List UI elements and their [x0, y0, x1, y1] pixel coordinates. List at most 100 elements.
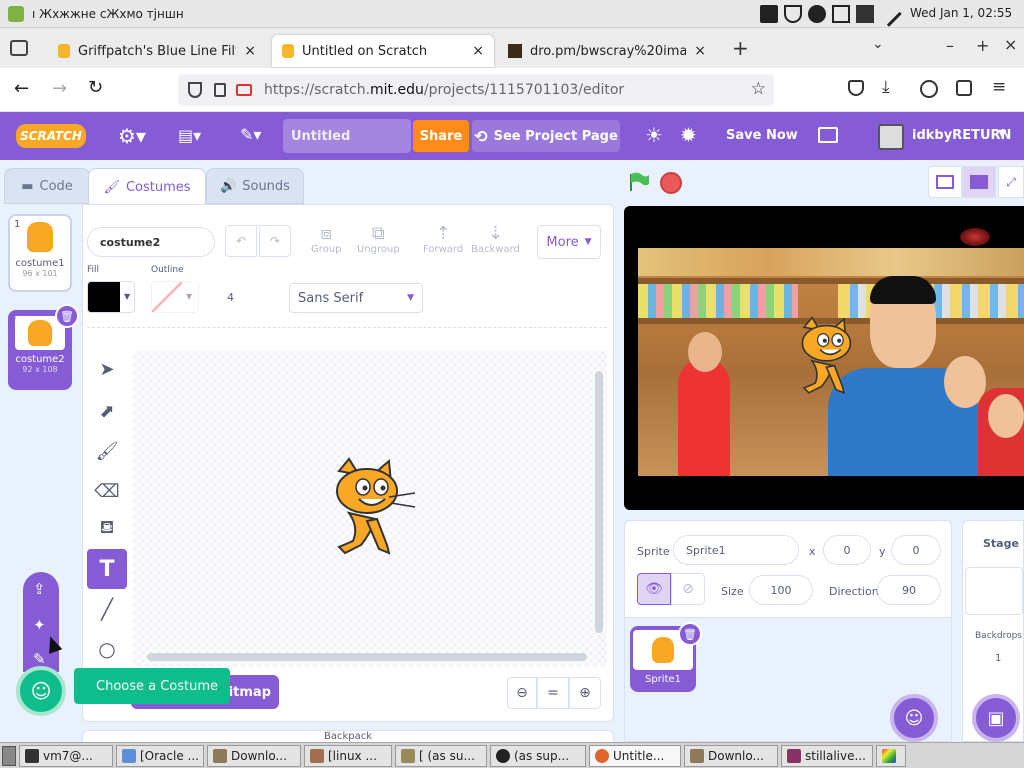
taskbar-item-terminal[interactable]: vm7@... — [19, 744, 113, 767]
ungroup-button[interactable]: ⧉ Ungroup — [357, 223, 400, 255]
taskbar-item-app[interactable] — [876, 744, 906, 767]
url-text[interactable]: https://scratch.mit.edu/projects/1115701… — [264, 82, 624, 98]
zoom-out-button[interactable]: ⊖ — [507, 677, 537, 709]
debug-icon[interactable]: ✹ — [680, 123, 697, 147]
upload-costume-icon[interactable]: ⇪ — [33, 580, 46, 598]
url-bar[interactable]: https://scratch.mit.edu/projects/1115701… — [178, 74, 774, 106]
paint-canvas[interactable] — [133, 351, 607, 667]
hide-sprite-button[interactable]: ⊘ — [671, 573, 705, 605]
choose-costume-button[interactable]: ☺ — [16, 666, 66, 716]
text-tool[interactable]: T — [87, 549, 127, 589]
extensions-icon[interactable] — [956, 80, 972, 96]
lock-icon[interactable] — [214, 83, 226, 97]
y-position-input[interactable]: 0 — [891, 535, 941, 565]
size-input[interactable]: 100 — [749, 575, 813, 605]
pen-icon[interactable] — [876, 1, 902, 27]
download-icon[interactable]: ⤓ — [882, 77, 890, 97]
save-now-button[interactable]: Save Now — [726, 128, 798, 143]
taskbar-item-oracle[interactable]: [Oracle ... — [116, 744, 204, 767]
choose-sprite-button[interactable]: ☺ — [890, 694, 938, 742]
sprite-name-input[interactable]: Sprite1 — [673, 535, 799, 565]
small-stage-toggle[interactable] — [928, 166, 962, 198]
tab-costumes[interactable]: 🖌 Costumes — [88, 168, 206, 206]
green-flag-button[interactable] — [628, 172, 650, 192]
stage-canvas[interactable] — [624, 206, 1024, 510]
more-menu-button[interactable]: More ▼ — [537, 225, 601, 259]
shield-icon[interactable] — [784, 5, 802, 23]
eraser-tool[interactable]: ⌫ — [87, 471, 127, 511]
browser-tab-griffpatch[interactable]: Griffpatch's Blue Line Filter × — [48, 35, 266, 67]
scratch-logo[interactable]: SCRATCH — [16, 124, 86, 148]
zoom-reset-button[interactable]: = — [537, 677, 569, 709]
undo-button[interactable]: ↶ — [225, 225, 257, 257]
line-tool[interactable]: ╱ — [87, 589, 127, 629]
tracking-shield-icon[interactable] — [188, 82, 202, 98]
file-menu-icon[interactable]: ▤▾ — [178, 126, 201, 145]
volume-icon[interactable] — [760, 5, 778, 23]
cat-sprite-drawing[interactable] — [319, 457, 419, 567]
minimize-icon[interactable]: – — [946, 36, 954, 55]
taskbar-item-downloads-1[interactable]: Downlo... — [207, 744, 301, 767]
hamburger-menu-icon[interactable]: ≡ — [992, 77, 1006, 97]
network-icon[interactable] — [808, 5, 826, 23]
outline-color-picker[interactable]: ▼ — [151, 281, 199, 313]
taskbar-item-as-su[interactable]: [ (as su... — [395, 744, 487, 767]
tab-overview-icon[interactable] — [10, 40, 28, 56]
delete-sprite-button[interactable]: 🗑 — [678, 622, 702, 646]
vertical-scrollbar[interactable] — [595, 371, 603, 633]
surprise-icon[interactable]: ✦ — [33, 616, 46, 634]
brush-tool[interactable]: 🖌 — [87, 431, 127, 471]
camera-permission-icon[interactable] — [236, 84, 252, 96]
my-stuff-folder-icon[interactable] — [818, 127, 838, 143]
tab-list-icon[interactable]: ⌄ — [872, 36, 884, 52]
fill-color-picker[interactable]: ▼ — [87, 281, 135, 313]
delete-costume-button[interactable]: 🗑 — [55, 304, 79, 328]
outline-width-value[interactable]: 4 — [227, 291, 234, 304]
show-desktop-icon[interactable] — [2, 745, 16, 766]
project-title-input[interactable]: Untitled — [283, 119, 411, 153]
see-project-page-button[interactable]: ⟲ See Project Page — [472, 120, 620, 152]
clock[interactable]: Wed Jan 1, 02:55 — [910, 6, 1012, 20]
x-position-input[interactable]: 0 — [823, 535, 871, 565]
tab-sounds[interactable]: 🔊 Sounds — [206, 168, 304, 204]
taskbar-item-untitled[interactable]: Untitle... — [589, 744, 681, 767]
tab-code[interactable]: ▬ Code — [4, 168, 90, 204]
horizontal-scrollbar[interactable] — [147, 653, 587, 661]
taskbar-item-stillalive[interactable]: stillalive... — [781, 744, 873, 767]
choose-backdrop-button[interactable]: ▣ — [972, 694, 1020, 742]
os-menu-text[interactable]: ı Жхжжне сЖхмо тјншн — [32, 7, 184, 21]
browser-tab-untitled[interactable]: Untitled on Scratch × — [272, 35, 494, 67]
fill-tool[interactable]: ⛾ — [87, 509, 127, 549]
large-stage-toggle[interactable] — [962, 166, 996, 198]
backward-button[interactable]: ⇣ Backward — [471, 223, 520, 255]
taskbar-item-as-sup[interactable]: (as sup... — [490, 744, 586, 767]
account-icon[interactable] — [920, 80, 938, 98]
font-dropdown[interactable]: Sans Serif ▼ — [289, 283, 423, 313]
back-icon[interactable]: ← — [14, 78, 29, 99]
os-menu-icon[interactable] — [8, 5, 24, 22]
new-tab-button[interactable]: + — [732, 36, 749, 60]
notification-icon[interactable] — [856, 5, 874, 23]
settings-gear-icon[interactable]: ⚙▾ — [118, 124, 146, 148]
select-tool[interactable]: ➤ — [87, 349, 127, 389]
edit-menu-icon[interactable]: ✎▾ — [240, 125, 261, 144]
forward-icon[interactable]: → — [52, 78, 67, 99]
stage-thumbnail[interactable] — [965, 567, 1023, 615]
redo-button[interactable]: ↷ — [259, 225, 291, 257]
share-button[interactable]: Share — [413, 120, 469, 152]
taskbar-item-downloads-2[interactable]: Downlo... — [684, 744, 778, 767]
reshape-tool[interactable]: ⬈ — [87, 391, 127, 431]
direction-input[interactable]: 90 — [877, 575, 941, 605]
zoom-in-button[interactable]: ⊕ — [569, 677, 601, 709]
account-caret-icon[interactable]: ▼ — [998, 127, 1006, 140]
reload-icon[interactable]: ↻ — [88, 77, 103, 98]
stop-button[interactable] — [660, 172, 682, 194]
maximize-icon[interactable]: + — [976, 36, 989, 55]
user-avatar[interactable] — [878, 124, 904, 150]
close-window-icon[interactable]: × — [1004, 35, 1017, 54]
browser-tab-dropm[interactable]: dro.pm/bwscray%20image × — [498, 35, 716, 67]
taskbar-item-linux[interactable]: [linux ... — [304, 744, 392, 767]
pocket-icon[interactable] — [848, 80, 864, 96]
forward-button[interactable]: ⇡ Forward — [423, 223, 463, 255]
close-tab-icon[interactable]: × — [694, 43, 706, 59]
